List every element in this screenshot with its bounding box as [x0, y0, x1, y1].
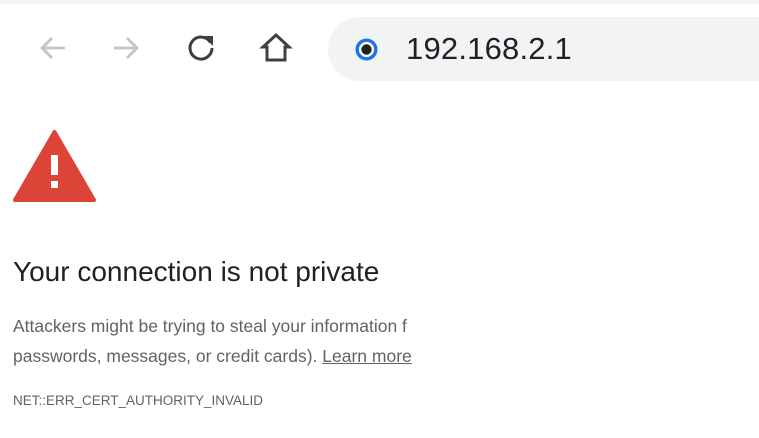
reload-button[interactable]	[179, 26, 223, 70]
back-button[interactable]	[31, 26, 75, 70]
home-icon	[259, 32, 293, 62]
explanation-text: Attackers might be trying to steal your …	[13, 311, 445, 375]
page-title: Your connection is not private	[13, 256, 380, 287]
browser-toolbar: 192.168.2.1	[0, 4, 759, 88]
info-dot-icon[interactable]	[354, 37, 379, 62]
url-text[interactable]: 192.168.2.1	[406, 32, 572, 66]
reload-icon	[188, 35, 214, 61]
arrow-right-icon	[114, 37, 139, 59]
address-bar[interactable]: 192.168.2.1	[328, 17, 759, 81]
error-code: NET::ERR_CERT_AUTHORITY_INVALID	[13, 393, 264, 408]
browser-window: 192.168.2.1 Your connection is not priva…	[0, 0, 759, 438]
home-button[interactable]	[254, 26, 298, 70]
explanation-line-1: Attackers might be trying to steal your …	[13, 316, 407, 336]
learn-more-link[interactable]: Learn more	[322, 346, 412, 366]
warning-triangle-icon	[13, 130, 96, 202]
explanation-line-2: passwords, messages, or credit cards). L…	[13, 341, 445, 371]
explanation-line-2-text: passwords, messages, or credit cards).	[13, 346, 323, 366]
arrow-left-icon	[40, 37, 65, 59]
forward-button[interactable]	[104, 26, 148, 70]
